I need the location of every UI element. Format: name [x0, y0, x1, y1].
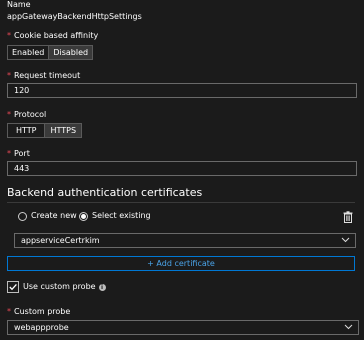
radio-selected-dot [81, 213, 86, 219]
custom-probe-label-text: Custom probe [14, 307, 71, 316]
checkmark-icon [9, 283, 17, 291]
radio-create-new[interactable]: Create new [18, 211, 77, 221]
certificate-dropdown-value: appserviceCertrkim [21, 236, 100, 245]
request-timeout-label: * Request timeout [7, 71, 80, 81]
request-timeout-input[interactable]: 120 [7, 83, 357, 98]
port-value: 443 [14, 164, 30, 173]
protocol-https[interactable]: HTTPS [44, 124, 82, 137]
required-marker: * [7, 31, 11, 40]
section-divider [7, 202, 355, 203]
custom-probe-value: webappprobe [14, 323, 69, 332]
cookie-affinity-label: * Cookie based affinity [7, 31, 98, 41]
radio-select-existing-circle[interactable] [79, 211, 88, 221]
required-marker: * [7, 110, 11, 119]
port-input[interactable]: 443 [7, 161, 357, 176]
request-timeout-value: 120 [14, 86, 30, 95]
request-timeout-label-text: Request timeout [14, 71, 81, 80]
custom-probe-label: * Custom probe [7, 307, 70, 317]
radio-create-new-label: Create new [31, 211, 77, 220]
trash-icon[interactable] [343, 211, 353, 223]
protocol-http[interactable]: HTTP [8, 124, 45, 137]
certificate-dropdown[interactable]: appserviceCertrkim [14, 233, 356, 248]
required-marker: * [7, 149, 11, 158]
cookie-affinity-toggle[interactable]: Enabled Disabled [7, 45, 94, 60]
name-label: Name [7, 0, 31, 9]
name-value: appGatewayBackendHttpSettings [7, 12, 142, 21]
cookie-affinity-label-text: Cookie based affinity [14, 31, 99, 40]
radio-select-existing[interactable]: Select existing [79, 211, 151, 221]
custom-probe-dropdown[interactable]: webappprobe [7, 320, 359, 335]
port-label: * Port [7, 149, 30, 159]
required-marker: * [7, 307, 11, 316]
radio-select-existing-label: Select existing [92, 211, 151, 220]
port-label-text: Port [14, 149, 30, 158]
use-custom-probe-checkbox[interactable] [7, 281, 19, 293]
protocol-label: * Protocol [7, 110, 46, 120]
radio-create-new-circle[interactable] [18, 211, 27, 221]
chevron-down-icon [341, 235, 350, 246]
protocol-toggle[interactable]: HTTP HTTPS [7, 123, 83, 138]
use-custom-probe-label: Use custom probe [23, 282, 96, 291]
chevron-down-icon [344, 322, 353, 333]
info-icon[interactable]: i [98, 283, 106, 291]
backend-auth-heading: Backend authentication certificates [7, 186, 203, 199]
protocol-label-text: Protocol [14, 110, 47, 119]
required-marker: * [7, 71, 11, 80]
cookie-affinity-enabled[interactable]: Enabled [8, 46, 49, 59]
use-custom-probe-label-wrap: Use custom probe i [23, 282, 106, 292]
cookie-affinity-disabled[interactable]: Disabled [48, 46, 93, 59]
add-certificate-button[interactable]: + Add certificate [7, 256, 355, 271]
